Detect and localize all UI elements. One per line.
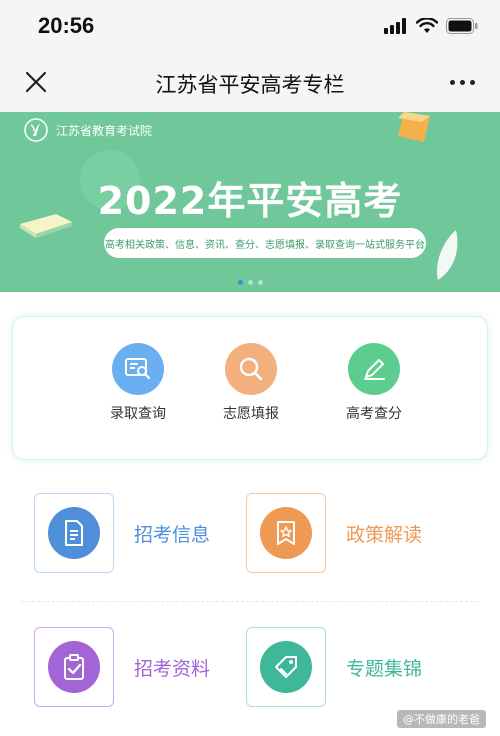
- watermark: @不做康的老爸: [397, 710, 486, 728]
- banner-logo: 江苏省教育考试院: [24, 118, 152, 142]
- more-dot-icon: [459, 79, 465, 85]
- bookmark-star-icon: [260, 507, 312, 559]
- signal-icon: [384, 18, 406, 34]
- more-dot-icon: [449, 79, 455, 85]
- status-bar: 20:56: [0, 0, 500, 52]
- quick-action-score-query[interactable]: 高考查分: [319, 343, 429, 423]
- exam-institute-logo-icon: [24, 118, 48, 142]
- leaf-decor-icon: [436, 230, 458, 280]
- quick-action-label: 志愿填报: [223, 406, 279, 422]
- diamond-decor-icon: [398, 112, 430, 142]
- grid-icon-box: [34, 627, 114, 707]
- banner-carousel[interactable]: 江苏省教育考试院 2022年平安高考 高考相关政策、信息、资讯、查分、志愿填报、…: [0, 112, 500, 292]
- grid-item-recruitment-materials[interactable]: 招考资料: [34, 627, 210, 707]
- grid-item-label: 招考资料: [134, 657, 211, 680]
- more-dot-icon: [469, 79, 475, 85]
- pencil-icon: [364, 359, 385, 380]
- battery-icon: [446, 18, 478, 34]
- grid-icon-box: [246, 627, 326, 707]
- divider: [22, 601, 478, 602]
- carousel-dot[interactable]: [247, 280, 253, 285]
- quick-action-admission-query[interactable]: 录取查询: [83, 343, 193, 423]
- admission-query-icon: [112, 343, 164, 395]
- quick-action-label: 录取查询: [110, 406, 166, 422]
- grid-item-label: 专题集锦: [346, 657, 423, 680]
- tag-icon: [260, 641, 312, 693]
- grid-icon-box: [34, 493, 114, 573]
- page-title: 江苏省平安高考专栏: [155, 73, 345, 97]
- search-document-icon: [125, 358, 151, 380]
- magnifier-icon: [239, 357, 263, 381]
- banner-title: 2022年平安高考: [97, 179, 403, 223]
- status-icons: [384, 16, 478, 36]
- grid-item-label: 政策解读: [346, 523, 423, 546]
- volunteer-fill-icon: [225, 343, 277, 395]
- document-icon: [48, 507, 100, 559]
- wifi-icon: [416, 18, 438, 33]
- carousel-dot-active[interactable]: [237, 280, 243, 285]
- score-query-icon: [348, 343, 400, 395]
- nav-bar: 江苏省平安高考专栏: [0, 52, 500, 112]
- book-decor-icon: [20, 214, 72, 238]
- grid-item-special-topics[interactable]: 专题集锦: [246, 627, 422, 707]
- grid-item-label: 招考信息: [134, 523, 211, 546]
- banner-org-name: 江苏省教育考试院: [56, 123, 153, 138]
- more-button[interactable]: [442, 66, 482, 98]
- grid-icon-box: [246, 493, 326, 573]
- grid-item-recruitment-info[interactable]: 招考信息: [34, 493, 210, 573]
- carousel-indicator: [0, 280, 500, 285]
- quick-action-volunteer-fill[interactable]: 志愿填报: [196, 343, 306, 423]
- quick-action-label: 高考查分: [346, 406, 402, 422]
- carousel-dot[interactable]: [257, 280, 263, 285]
- grid-item-policy-interpretation[interactable]: 政策解读: [246, 493, 422, 573]
- status-time: 20:56: [38, 13, 95, 38]
- quick-actions-card: 录取查询 志愿填报 高考查分: [12, 316, 488, 460]
- banner-subtitle: 高考相关政策、信息、资讯、查分、志愿填报、录取查询一站式服务平台: [104, 228, 426, 258]
- clipboard-check-icon: [48, 641, 100, 693]
